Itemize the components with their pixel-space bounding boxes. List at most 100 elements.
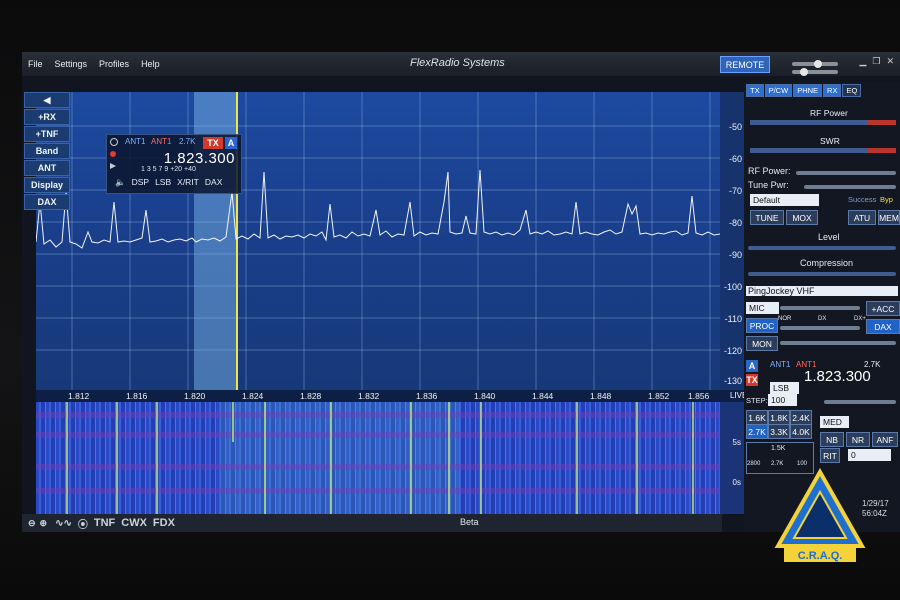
atu-success-label: Success [848, 195, 877, 204]
tab-eq[interactable]: EQ [842, 84, 862, 97]
filter-3-3k[interactable]: 3.3K [768, 424, 790, 439]
freq-tick: 1.824 [242, 391, 264, 401]
filter-4-0k[interactable]: 4.0K [790, 424, 812, 439]
proc-button[interactable]: PROC [746, 318, 778, 333]
profile-name[interactable]: PingJockey VHF [746, 286, 898, 296]
rit-button[interactable]: RIT [820, 448, 840, 463]
slice-mode-button[interactable]: LSB [155, 177, 171, 188]
clock-time: 56:04Z [862, 509, 887, 518]
waterfall-band [36, 464, 720, 470]
minimize-icon[interactable]: ▁ [859, 56, 866, 67]
proc-slider[interactable] [780, 326, 860, 330]
signal-icon: ∿∿ [55, 517, 72, 529]
slice-controls: 🔈 DSP LSB X/RIT DAX [115, 177, 222, 188]
tune-button[interactable]: TUNE [750, 210, 784, 225]
frequency-scale[interactable]: 1.812 1.816 1.820 1.824 1.828 1.832 1.83… [36, 390, 747, 402]
remote-button[interactable]: REMOTE [720, 56, 770, 73]
collapse-arrow-button[interactable]: ◀ [24, 92, 70, 108]
proc-dxplus-label: DX+ [854, 316, 866, 322]
slice-tx-antenna[interactable]: ANT1 [151, 137, 171, 146]
level-label: Level [818, 232, 840, 242]
slice-dsp-button[interactable]: DSP [132, 177, 149, 188]
tab-rx[interactable]: RX [823, 84, 842, 97]
cwx-toggle[interactable]: CWX [121, 517, 147, 529]
tab-phne[interactable]: PHNE [793, 84, 823, 97]
swr-meter-label: SWR [820, 136, 840, 146]
display-button[interactable]: Display [24, 177, 70, 193]
restore-icon[interactable]: ❐ [872, 56, 880, 67]
rx-tx-badge[interactable]: TX [746, 374, 758, 386]
zoom-in-icon[interactable]: ⊕ [40, 518, 48, 529]
rx-frequency[interactable]: 1.823.300 [804, 368, 871, 385]
tune-power-slider[interactable] [804, 185, 896, 189]
add-tnf-button[interactable]: +TNF [24, 126, 70, 142]
mic-select[interactable]: MIC [746, 302, 779, 314]
agc-select[interactable]: MED [820, 416, 849, 428]
acc-button[interactable]: +ACC [866, 301, 900, 316]
tnf-toggle[interactable]: TNF [94, 517, 115, 529]
mem-button[interactable]: MEM [878, 210, 900, 225]
band-button[interactable]: Band [24, 143, 70, 159]
freq-tick: 1.812 [68, 391, 90, 401]
rit-value[interactable]: 0 [848, 449, 891, 461]
slice-letter-badge: A [225, 137, 237, 149]
slice-dax-button[interactable]: DAX [205, 177, 222, 188]
close-slice-icon[interactable] [110, 138, 118, 146]
craq-logo: C.R.A.Q. [774, 468, 866, 562]
close-icon[interactable]: ✕ [886, 56, 894, 67]
slice-rx-antenna[interactable]: ANT1 [125, 137, 145, 146]
dax-button[interactable]: DAX [24, 194, 70, 210]
db-tick: -60 [728, 154, 742, 164]
menu-profiles[interactable]: Profiles [93, 59, 135, 69]
filter-2-7k[interactable]: 2.7K [746, 424, 768, 439]
master-volume-knob[interactable] [814, 60, 822, 68]
slice-rit-button[interactable]: X/RIT [177, 177, 199, 188]
tab-tx[interactable]: TX [746, 84, 764, 97]
mon-level-slider[interactable] [780, 341, 896, 345]
filter-1-8k[interactable]: 1.8K [768, 410, 790, 425]
tx-profile-select[interactable]: Default [750, 194, 819, 206]
menu-file[interactable]: File [22, 59, 49, 69]
filter-2-4k[interactable]: 2.4K [790, 410, 812, 425]
tab-pcw[interactable]: P/CW [764, 84, 793, 97]
step-select[interactable]: 100 [768, 394, 797, 406]
waterfall-band [36, 412, 720, 418]
freq-tick: 1.844 [532, 391, 554, 401]
anf-button[interactable]: ANF [872, 432, 898, 447]
filter-1-6k[interactable]: 1.6K [746, 410, 768, 425]
mox-button[interactable]: MOX [786, 210, 818, 225]
play-icon[interactable] [110, 163, 116, 169]
panel-tabs: TX P/CW PHNE RX EQ [746, 84, 862, 97]
record-icon[interactable] [110, 151, 116, 157]
waterfall-band [36, 488, 720, 494]
rx-volume-slider[interactable] [824, 400, 896, 404]
db-scale[interactable]: -50 -60 -70 -80 -90 -100 -110 -120 -130 [720, 92, 744, 390]
slice-tx-badge[interactable]: TX [203, 137, 223, 149]
fdx-toggle[interactable]: FDX [153, 517, 175, 529]
menu-settings[interactable]: Settings [49, 59, 94, 69]
panadapter[interactable]: ANT1 ANT1 2.7K TX A 1.823.300 1 3 5 7 9 … [36, 92, 720, 390]
speaker-icon[interactable]: 🔈 [115, 177, 126, 188]
mon-button[interactable]: MON [746, 336, 778, 351]
mode-select[interactable]: LSB [770, 382, 799, 394]
add-rx-button[interactable]: +RX [24, 109, 70, 125]
zoom-out-icon[interactable]: ⊖ [28, 518, 36, 529]
headphone-volume-slider[interactable] [792, 70, 838, 74]
freq-tick: 1.848 [590, 391, 612, 401]
rx-ant[interactable]: ANT1 [770, 360, 790, 369]
waterfall[interactable] [36, 402, 720, 514]
mic-level-slider[interactable] [780, 306, 860, 310]
slice-frequency[interactable]: 1.823.300 [164, 150, 235, 167]
rf-power-meter-bar [750, 120, 896, 125]
atu-button[interactable]: ATU [848, 210, 876, 225]
waterfall-signal [410, 402, 412, 514]
headphone-volume-knob[interactable] [800, 68, 808, 76]
ant-button[interactable]: ANT [24, 160, 70, 176]
rf-power-slider[interactable] [796, 171, 896, 175]
nb-button[interactable]: NB [820, 432, 844, 447]
freq-tick: 1.816 [126, 391, 148, 401]
menu-help[interactable]: Help [135, 59, 166, 69]
dax-tx-button[interactable]: DAX [866, 319, 900, 334]
slice-a-panel[interactable]: ANT1 ANT1 2.7K TX A 1.823.300 1 3 5 7 9 … [106, 134, 242, 194]
nr-button[interactable]: NR [846, 432, 870, 447]
